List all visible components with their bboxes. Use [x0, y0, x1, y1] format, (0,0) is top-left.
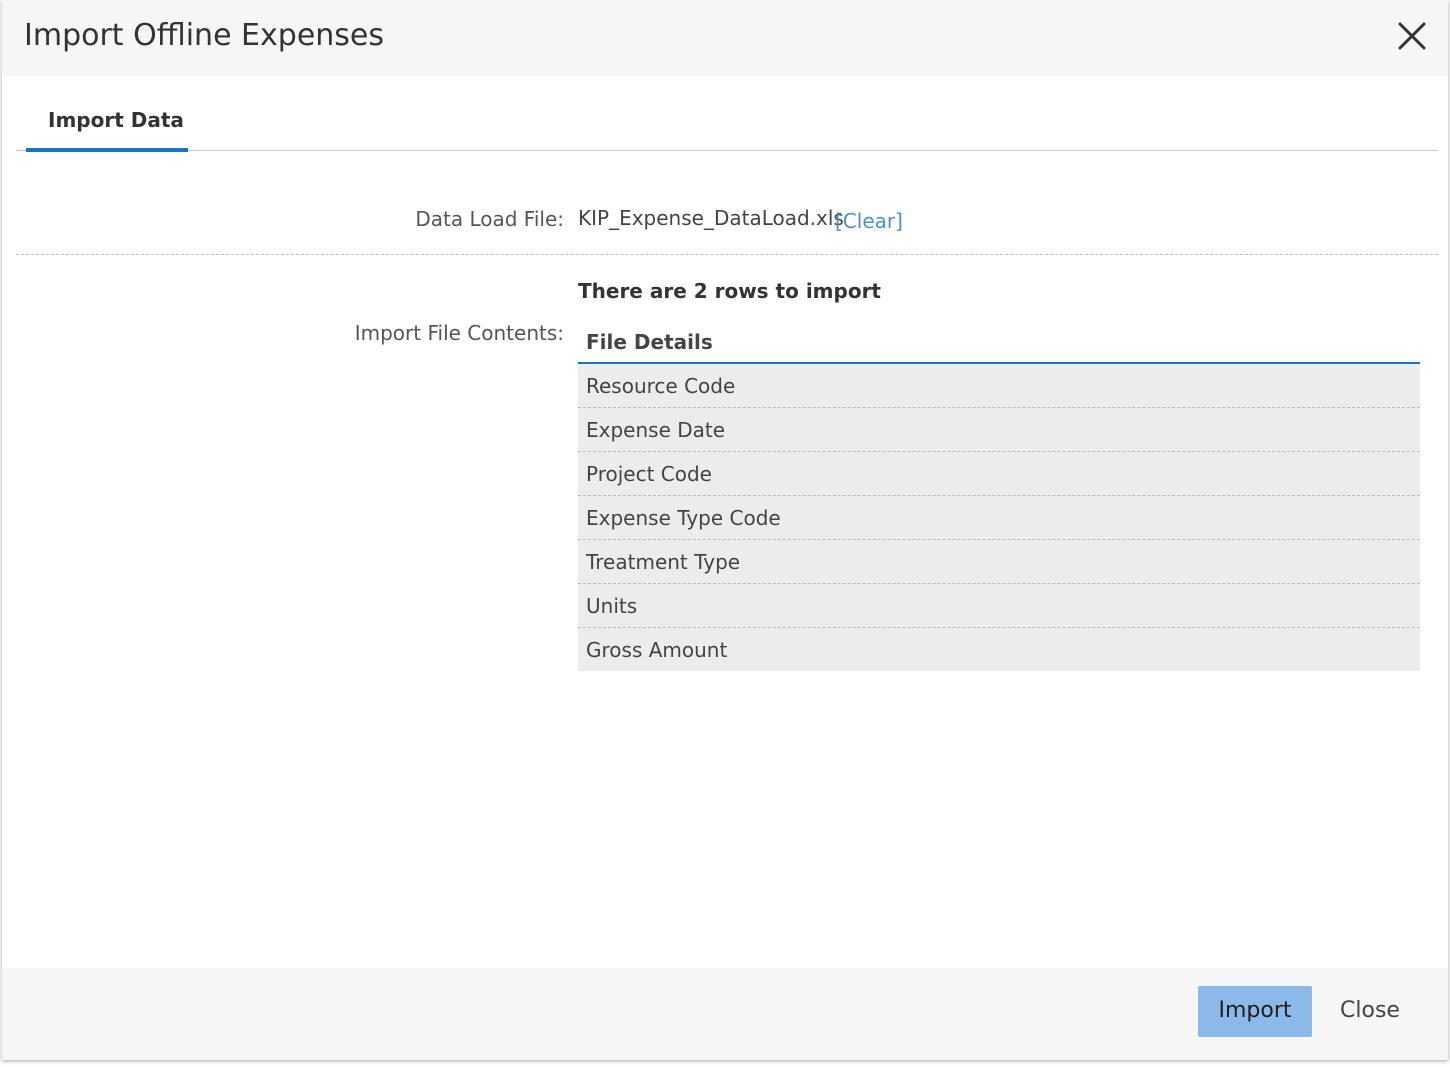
close-icon[interactable]: [1396, 20, 1428, 52]
list-item-label: Expense Date: [586, 418, 726, 442]
tab-import-data[interactable]: Import Data: [26, 76, 188, 152]
tab-import-data-label: Import Data: [48, 108, 184, 132]
close-button[interactable]: Close: [1330, 986, 1410, 1037]
rows-to-import-message: There are 2 rows to import: [578, 279, 881, 303]
tab-bar: Import Data: [16, 76, 1438, 152]
data-load-file-value: KIP_Expense_DataLoad.xls: [578, 206, 844, 230]
close-button-label: Close: [1340, 998, 1400, 1023]
list-item-label: Resource Code: [586, 374, 736, 398]
list-item: Expense Type Code: [578, 496, 1420, 540]
list-item: Units: [578, 584, 1420, 628]
list-item-label: Gross Amount: [586, 638, 728, 662]
list-item-label: Project Code: [586, 462, 712, 486]
list-item: Project Code: [578, 452, 1420, 496]
list-item: Resource Code: [578, 364, 1420, 408]
dialog-title: Import Offline Expenses: [24, 18, 384, 53]
file-details-table: File Details Resource Code Expense Date …: [578, 322, 1420, 671]
list-item: Gross Amount: [578, 628, 1420, 671]
section-divider: [16, 254, 1438, 255]
list-item-label: Treatment Type: [586, 550, 741, 574]
import-offline-expenses-dialog: Import Offline Expenses Import Data Data…: [2, 0, 1448, 1060]
import-button[interactable]: Import: [1198, 986, 1312, 1037]
list-item-label: Units: [586, 594, 638, 618]
import-file-contents-label: Import File Contents:: [354, 321, 564, 345]
dialog-footer: Import Close: [2, 968, 1448, 1060]
list-item-label: Expense Type Code: [586, 506, 781, 530]
dialog-header: Import Offline Expenses: [2, 0, 1448, 76]
data-load-file-label: Data Load File:: [415, 207, 564, 231]
list-item: Expense Date: [578, 408, 1420, 452]
file-details-header: File Details: [578, 322, 1420, 364]
import-button-label: Import: [1218, 998, 1292, 1023]
list-item: Treatment Type: [578, 540, 1420, 584]
clear-link[interactable]: [Clear]: [835, 209, 903, 233]
file-details-header-label: File Details: [586, 330, 713, 354]
